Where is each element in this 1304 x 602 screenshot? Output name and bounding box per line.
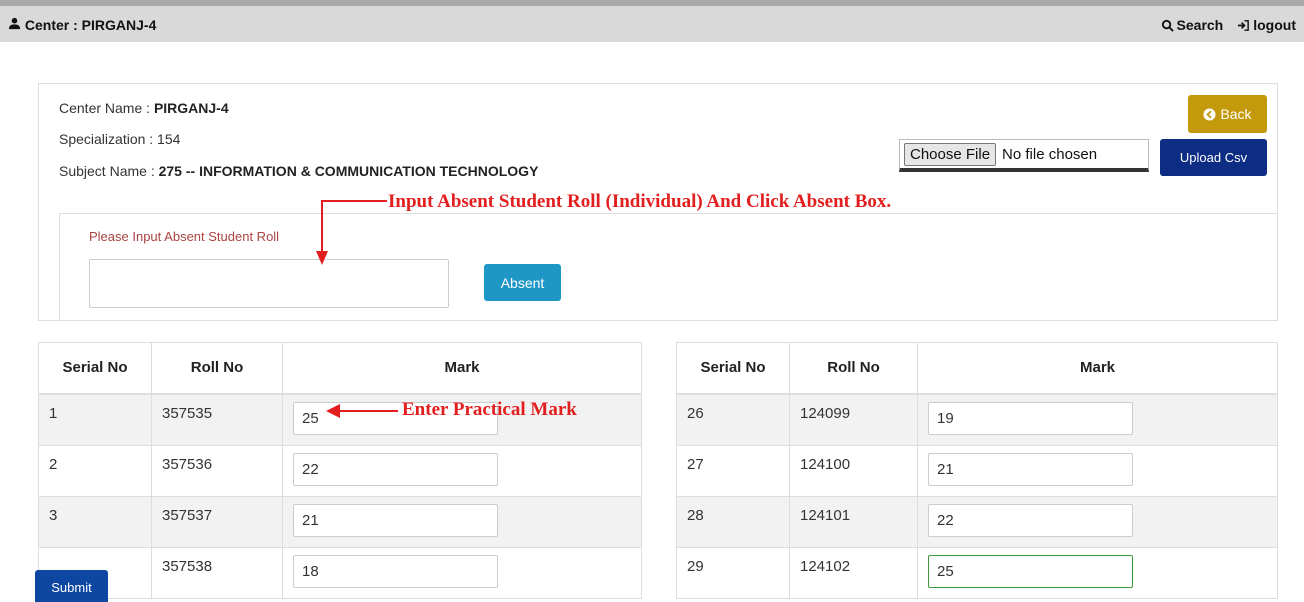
serial-cell: 3 (38, 495, 152, 548)
back-label: Back (1220, 106, 1252, 122)
specialization-row: Specialization : 154 (59, 131, 181, 147)
csv-file-input[interactable]: Choose File No file chosen (899, 139, 1149, 172)
header-mark: Mark (917, 342, 1278, 395)
table-row: 28 124101 (676, 495, 1278, 548)
mark-input[interactable] (928, 452, 1133, 486)
roll-cell: 124100 (789, 444, 918, 497)
absent-roll-label: Please Input Absent Student Roll (89, 229, 280, 244)
center-label: Center : PIRGANJ-4 (24, 17, 157, 33)
table-header-row: Serial No Roll No Mark (676, 342, 1278, 395)
absent-button[interactable]: Absent (484, 264, 561, 301)
mark-input[interactable] (928, 401, 1133, 435)
roll-cell: 357537 (151, 495, 283, 548)
user-icon (8, 17, 21, 30)
table-header-row: Serial No Roll No Mark (38, 342, 642, 395)
subject-name-label: Subject Name : (59, 163, 159, 179)
mark-input[interactable] (928, 554, 1133, 588)
subject-name-value: 275 -- INFORMATION & COMMUNICATION TECHN… (158, 163, 539, 179)
table-row: 26 124099 (676, 393, 1278, 446)
header-mark: Mark (282, 342, 642, 395)
submit-button[interactable]: Submit (35, 570, 108, 602)
absent-annotation-arrow (316, 200, 387, 265)
mark-annotation-text: Enter Practical Mark (402, 399, 577, 420)
absent-annotation-text: Input Absent Student Roll (Individual) A… (388, 191, 892, 212)
mark-input[interactable] (293, 452, 498, 486)
table-row: 2 357536 (38, 444, 642, 497)
center-name-row: Center Name : PIRGANJ-4 (59, 100, 229, 116)
upload-csv-button[interactable]: Upload Csv (1160, 139, 1267, 176)
file-status: No file chosen (1002, 145, 1098, 163)
back-button[interactable]: Back (1188, 95, 1267, 133)
search-icon (1161, 19, 1174, 32)
table-row: 27 124100 (676, 444, 1278, 497)
subject-name-row: Subject Name : 275 -- INFORMATION & COMM… (59, 163, 538, 179)
mark-cell (282, 444, 642, 497)
mark-cell (917, 546, 1278, 599)
search-label: Search (1176, 17, 1224, 33)
center-name-value: PIRGANJ-4 (153, 100, 229, 116)
chevron-left-circle-icon (1203, 107, 1216, 121)
roll-cell: 124101 (789, 495, 918, 548)
mark-input[interactable] (928, 503, 1133, 537)
mark-input[interactable] (293, 554, 498, 588)
logout-icon (1238, 19, 1250, 31)
logout-label: logout (1253, 17, 1296, 33)
mark-cell (917, 393, 1278, 446)
header-roll-no: Roll No (151, 342, 283, 395)
center-name-label: Center Name : (59, 100, 154, 116)
serial-cell: 1 (38, 393, 152, 446)
center-indicator: Center : PIRGANJ-4 (8, 17, 156, 33)
mark-cell (917, 444, 1278, 497)
header-roll-no: Roll No (789, 342, 918, 395)
table-row: 3 357537 (38, 495, 642, 548)
marks-table-left: Serial No Roll No Mark 1 357535 2 357536… (38, 342, 642, 599)
logout-link[interactable]: logout (1237, 17, 1296, 33)
serial-cell: 2 (38, 444, 152, 497)
roll-cell: 124102 (789, 546, 918, 599)
header-serial-no: Serial No (676, 342, 790, 395)
mark-annotation-arrow (326, 404, 398, 418)
roll-cell: 357536 (151, 444, 283, 497)
top-bar: Center : PIRGANJ-4 Search logout (0, 0, 1304, 42)
roll-cell: 357535 (151, 393, 283, 446)
serial-cell: 26 (676, 393, 790, 446)
mark-cell (917, 495, 1278, 548)
table-row: 29 124102 (676, 546, 1278, 599)
serial-cell: 29 (676, 546, 790, 599)
search-link[interactable]: Search (1161, 17, 1224, 33)
absent-roll-input[interactable] (89, 259, 449, 308)
serial-cell: 28 (676, 495, 790, 548)
marks-table-right: Serial No Roll No Mark 26 124099 27 1241… (676, 342, 1278, 599)
table-row: 357538 (38, 546, 642, 599)
absent-section: Please Input Absent Student Roll Absent (59, 213, 1278, 321)
header-serial-no: Serial No (38, 342, 152, 395)
mark-cell (282, 495, 642, 548)
roll-cell: 124099 (789, 393, 918, 446)
mark-cell (282, 546, 642, 599)
serial-cell: 27 (676, 444, 790, 497)
choose-file-button[interactable]: Choose File (904, 142, 997, 166)
mark-input[interactable] (293, 503, 498, 537)
roll-cell: 357538 (151, 546, 283, 599)
